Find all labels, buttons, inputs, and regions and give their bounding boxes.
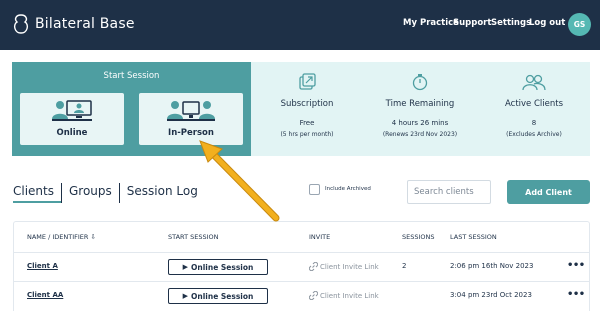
stopwatch-icon bbox=[412, 74, 428, 91]
active-clients-title: Active Clients bbox=[504, 99, 564, 109]
last-session-time: 3:04 pm 23rd Oct 2023 bbox=[450, 291, 532, 299]
link-icon bbox=[309, 291, 318, 300]
tab-divider bbox=[118, 183, 120, 203]
link-icon bbox=[309, 262, 318, 271]
subscription-icon bbox=[299, 73, 316, 90]
online-session-icon bbox=[52, 100, 92, 121]
active-clients-note: (Excludes Archive) bbox=[506, 131, 562, 138]
tab-divider bbox=[61, 183, 62, 203]
subscription-title: Subscription bbox=[280, 99, 334, 109]
more-options-icon[interactable]: ••• bbox=[567, 289, 585, 300]
active-clients-stat: Active Clients 8 (Excludes Archive) bbox=[478, 62, 590, 156]
users-icon bbox=[522, 74, 546, 91]
play-icon: ▶ bbox=[182, 263, 188, 271]
sort-arrow-icon: ⇩ bbox=[90, 233, 96, 241]
nav-logout[interactable]: Log out bbox=[529, 18, 565, 28]
active-clients-value: 8 bbox=[531, 119, 537, 127]
column-header-start-session: START SESSION bbox=[168, 233, 219, 241]
time-remaining-stat: Time Remaining 4 hours 26 mins (Renews 2… bbox=[364, 62, 476, 156]
search-input[interactable] bbox=[407, 180, 491, 204]
tab-clients[interactable]: Clients bbox=[13, 183, 61, 203]
app-name: Bilateral Base bbox=[35, 16, 135, 32]
time-remaining-value: 4 hours 26 mins bbox=[391, 119, 449, 127]
online-session-button[interactable]: ▶ Online Session bbox=[168, 259, 268, 275]
in-person-session-card[interactable]: In-Person bbox=[139, 93, 243, 145]
play-icon: ▶ bbox=[182, 292, 188, 300]
client-invite-link[interactable]: Client Invite Link bbox=[309, 291, 379, 300]
table-row: Client A ▶ Online Session Client Invite L… bbox=[14, 252, 589, 281]
nav-my-practice[interactable]: My Practice bbox=[403, 18, 459, 28]
top-navigation-bar: Bilateral Base My Practice Support Setti… bbox=[0, 0, 600, 50]
table-row: Client AA ▶ Online Session Client Invite … bbox=[14, 281, 589, 310]
in-person-label: In-Person bbox=[168, 128, 214, 138]
column-header-sessions: SESSIONS bbox=[402, 233, 435, 241]
session-count: 2 bbox=[402, 262, 407, 270]
subscription-value: Free bbox=[299, 119, 315, 127]
summary-panel: Start Session Online In-Person Subscript… bbox=[12, 62, 590, 156]
subscription-stat: Subscription Free (5 hrs per month) bbox=[251, 62, 363, 156]
last-session-time: 2:06 pm 16th Nov 2023 bbox=[450, 262, 534, 270]
client-name-link[interactable]: Client A bbox=[27, 262, 58, 270]
time-remaining-title: Time Remaining bbox=[385, 99, 455, 109]
user-avatar[interactable]: GS bbox=[568, 13, 591, 36]
add-client-button[interactable]: Add Client bbox=[507, 180, 590, 204]
nav-support[interactable]: Support bbox=[453, 18, 491, 28]
time-remaining-note: (Renews 23rd Nov 2023) bbox=[382, 131, 458, 138]
more-options-icon[interactable]: ••• bbox=[567, 260, 585, 271]
client-tabs: Clients Groups Session Log bbox=[13, 183, 205, 205]
brand-logo[interactable]: Bilateral Base bbox=[12, 13, 135, 35]
online-label: Online bbox=[56, 128, 88, 138]
subscription-note: (5 hrs per month) bbox=[280, 131, 334, 138]
tab-session-log[interactable]: Session Log bbox=[127, 183, 205, 201]
include-archived-checkbox[interactable] bbox=[309, 184, 320, 195]
in-person-session-icon bbox=[167, 101, 215, 121]
tab-groups[interactable]: Groups bbox=[69, 183, 119, 201]
client-name-link[interactable]: Client AA bbox=[27, 291, 63, 299]
start-session-block: Start Session Online In-Person bbox=[12, 62, 251, 156]
include-archived-label: Include Archived bbox=[325, 186, 371, 192]
nav-settings[interactable]: Settings bbox=[491, 18, 531, 28]
bilateral-logo-icon bbox=[13, 14, 29, 34]
column-header-name[interactable]: NAME / IDENTIFIER ⇩ bbox=[27, 233, 96, 241]
online-session-button[interactable]: ▶ Online Session bbox=[168, 288, 268, 304]
client-invite-link[interactable]: Client Invite Link bbox=[309, 262, 379, 271]
column-header-invite: INVITE bbox=[309, 233, 331, 241]
start-session-title: Start Session bbox=[103, 71, 160, 81]
online-session-card[interactable]: Online bbox=[20, 93, 124, 145]
column-header-last-session: LAST SESSION bbox=[450, 233, 497, 241]
clients-table: NAME / IDENTIFIER ⇩ START SESSION INVITE… bbox=[13, 221, 590, 311]
